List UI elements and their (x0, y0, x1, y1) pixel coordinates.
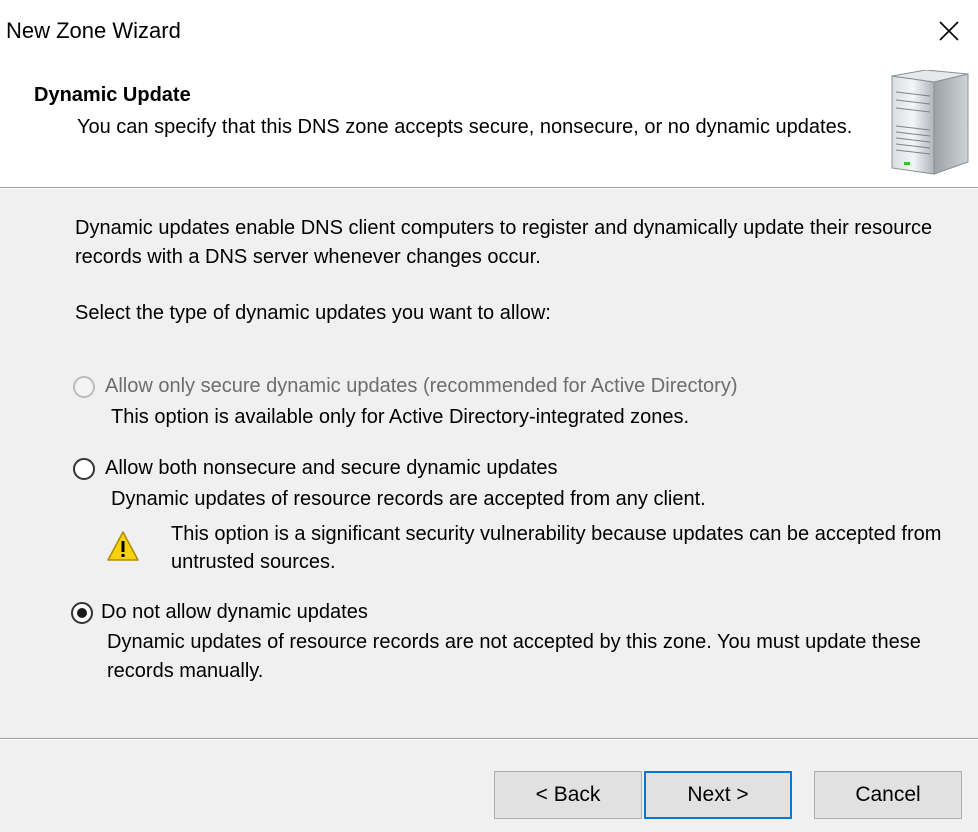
cancel-button[interactable]: Cancel (814, 771, 962, 819)
radio-nonsecure-and-secure[interactable] (73, 457, 95, 480)
select-label: Select the type of dynamic updates you w… (75, 302, 551, 324)
intro-text: Dynamic updates enable DNS client comput… (75, 217, 933, 268)
header-divider (0, 187, 978, 189)
back-button[interactable]: < Back (494, 771, 642, 819)
warning-icon (107, 531, 139, 561)
option-secure-only-label: Allow only secure dynamic updates (recom… (105, 375, 738, 397)
server-icon (891, 70, 969, 175)
window-title: New Zone Wizard (6, 18, 181, 43)
close-icon (939, 21, 959, 41)
footer-divider (0, 738, 978, 740)
option-nonsecure-and-secure-label: Allow both nonsecure and secure dynamic … (105, 457, 558, 479)
next-button[interactable]: Next > (644, 771, 792, 819)
option-secure-only-description: This option is available only for Active… (111, 406, 690, 428)
option-no-dynamic-updates-label: Do not allow dynamic updates (101, 601, 368, 623)
option-no-dynamic-updates[interactable]: Do not allow dynamic updates (71, 598, 368, 627)
option-nonsecure-and-secure-description: Dynamic updates of resource records are … (111, 488, 706, 510)
radio-selected-dot (77, 607, 87, 618)
security-warning-text: This option is a significant security vu… (171, 523, 942, 573)
wizard-header: Dynamic Update You can specify that this… (0, 62, 978, 187)
option-secure-only[interactable]: Allow only secure dynamic updates (recom… (73, 372, 737, 401)
close-button[interactable] (924, 6, 974, 56)
radio-no-dynamic-updates[interactable] (71, 601, 93, 624)
option-nonsecure-and-secure[interactable]: Allow both nonsecure and secure dynamic … (73, 454, 558, 483)
page-description: You can specify that this DNS zone accep… (77, 116, 853, 138)
option-no-dynamic-updates-description: Dynamic updates of resource records are … (107, 631, 921, 682)
radio-secure-only[interactable] (73, 375, 95, 398)
title-bar: New Zone Wizard (0, 0, 978, 62)
page-title: Dynamic Update (34, 84, 191, 106)
